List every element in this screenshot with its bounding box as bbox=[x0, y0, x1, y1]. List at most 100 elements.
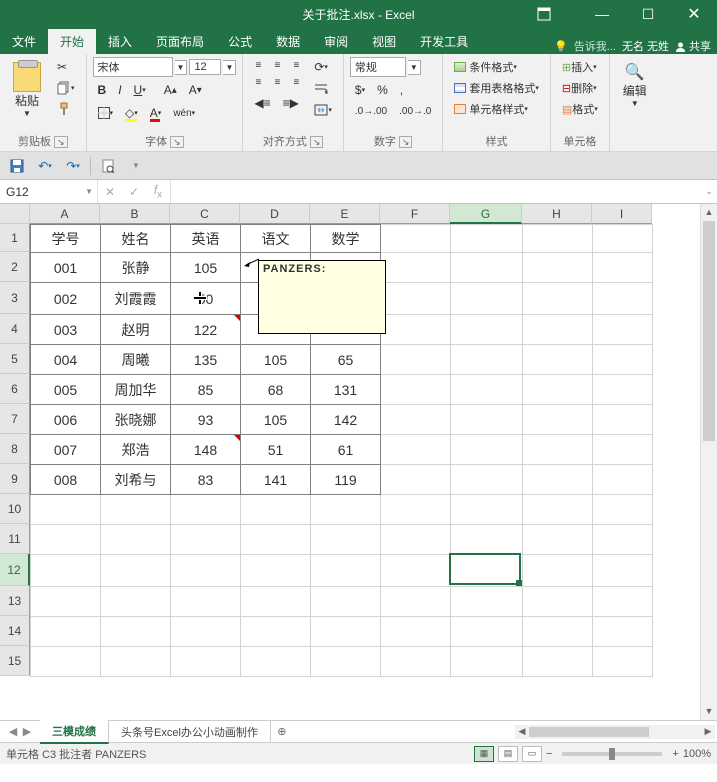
cell-E8[interactable]: 61 bbox=[311, 435, 381, 465]
cell-B5[interactable]: 周曦 bbox=[101, 345, 171, 375]
tab-file[interactable]: 文件 bbox=[0, 29, 48, 54]
cell-D12[interactable] bbox=[241, 555, 311, 587]
cell-C2[interactable]: 105 bbox=[171, 253, 241, 283]
cell-I6[interactable] bbox=[593, 375, 653, 405]
cell-C11[interactable] bbox=[171, 525, 241, 555]
cell-B1[interactable]: 姓名 bbox=[101, 225, 171, 253]
scroll-down-button[interactable]: ▼ bbox=[701, 703, 717, 720]
cell-I15[interactable] bbox=[593, 647, 653, 677]
cell-G15[interactable] bbox=[451, 647, 523, 677]
row-header-15[interactable]: 15 bbox=[0, 646, 30, 676]
cell-H1[interactable] bbox=[523, 225, 593, 253]
font-dialog-launcher[interactable]: ↘ bbox=[170, 136, 184, 148]
cell-E9[interactable]: 119 bbox=[311, 465, 381, 495]
align-left-button[interactable]: ≡ bbox=[249, 74, 267, 90]
col-header-G[interactable]: G bbox=[450, 204, 522, 224]
cell-H14[interactable] bbox=[523, 617, 593, 647]
orientation-button[interactable]: ⟳▾ bbox=[309, 57, 337, 77]
cell-E14[interactable] bbox=[311, 617, 381, 647]
col-header-F[interactable]: F bbox=[380, 204, 450, 224]
row-header-5[interactable]: 5 bbox=[0, 344, 30, 374]
cell-D13[interactable] bbox=[241, 587, 311, 617]
cell-G11[interactable] bbox=[451, 525, 523, 555]
cut-button[interactable]: ✂ bbox=[52, 57, 80, 77]
tell-me[interactable]: 告诉我... bbox=[574, 38, 616, 54]
format-cells-button[interactable]: ▤ 格式 ▾ bbox=[557, 99, 603, 119]
cell-I4[interactable] bbox=[593, 315, 653, 345]
cell-C3[interactable]: 50 bbox=[171, 283, 241, 315]
cell-I2[interactable] bbox=[593, 253, 653, 283]
cell-G1[interactable] bbox=[451, 225, 523, 253]
page-layout-view-button[interactable]: ▤ bbox=[498, 746, 518, 762]
minimize-button[interactable]: — bbox=[579, 0, 625, 28]
cell-G4[interactable] bbox=[451, 315, 523, 345]
paste-button[interactable]: 粘贴 ▼ bbox=[6, 57, 48, 123]
comment-indicator-icon[interactable] bbox=[234, 315, 240, 321]
cell-E5[interactable]: 65 bbox=[311, 345, 381, 375]
cell-E12[interactable] bbox=[311, 555, 381, 587]
cell-B4[interactable]: 赵明 bbox=[101, 315, 171, 345]
cell-A9[interactable]: 008 bbox=[31, 465, 101, 495]
select-all-button[interactable] bbox=[0, 204, 30, 224]
tab-home[interactable]: 开始 bbox=[48, 29, 96, 54]
column-headers[interactable]: ABCDEFGHI bbox=[30, 204, 652, 224]
row-header-13[interactable]: 13 bbox=[0, 586, 30, 616]
tab-formulas[interactable]: 公式 bbox=[216, 29, 264, 54]
col-header-C[interactable]: C bbox=[170, 204, 240, 224]
accounting-format-button[interactable]: $▾ bbox=[350, 80, 370, 100]
cell-I10[interactable] bbox=[593, 495, 653, 525]
percent-format-button[interactable]: % bbox=[372, 80, 393, 100]
cell-G7[interactable] bbox=[451, 405, 523, 435]
share-button[interactable]: 共享 bbox=[675, 38, 711, 54]
col-header-A[interactable]: A bbox=[30, 204, 100, 224]
align-right-button[interactable]: ≡ bbox=[287, 74, 305, 90]
qat-customize[interactable]: ▼ bbox=[125, 155, 147, 177]
cell-F12[interactable] bbox=[381, 555, 451, 587]
name-box[interactable]: G12▼ bbox=[0, 180, 98, 203]
clipboard-dialog-launcher[interactable]: ↘ bbox=[54, 136, 68, 148]
cell-D10[interactable] bbox=[241, 495, 311, 525]
cell-A11[interactable] bbox=[31, 525, 101, 555]
cell-styles-button[interactable]: 单元格样式 ▾ bbox=[449, 99, 544, 119]
bold-button[interactable]: B bbox=[93, 80, 112, 100]
row-header-6[interactable]: 6 bbox=[0, 374, 30, 404]
cell-A14[interactable] bbox=[31, 617, 101, 647]
find-select-button[interactable]: 🔍 编辑 ▼ bbox=[616, 57, 654, 113]
expand-formula-icon[interactable]: ⌄ bbox=[705, 186, 713, 197]
comment-indicator-icon[interactable] bbox=[234, 435, 240, 441]
cell-E11[interactable] bbox=[311, 525, 381, 555]
cell-B10[interactable] bbox=[101, 495, 171, 525]
col-header-D[interactable]: D bbox=[240, 204, 310, 224]
cell-F11[interactable] bbox=[381, 525, 451, 555]
cell-C14[interactable] bbox=[171, 617, 241, 647]
normal-view-button[interactable]: ▦ bbox=[474, 746, 494, 762]
number-dialog-launcher[interactable]: ↘ bbox=[399, 136, 413, 148]
cell-H5[interactable] bbox=[523, 345, 593, 375]
cell-E13[interactable] bbox=[311, 587, 381, 617]
cell-B7[interactable]: 张晓娜 bbox=[101, 405, 171, 435]
fx-button[interactable]: fx bbox=[146, 183, 170, 200]
copy-button[interactable]: ▾ bbox=[52, 78, 80, 98]
cell-I1[interactable] bbox=[593, 225, 653, 253]
cell-C10[interactable] bbox=[171, 495, 241, 525]
cell-G14[interactable] bbox=[451, 617, 523, 647]
cell-I5[interactable] bbox=[593, 345, 653, 375]
cell-D1[interactable]: 语文 bbox=[241, 225, 311, 253]
row-header-11[interactable]: 11 bbox=[0, 524, 30, 554]
cell-I7[interactable] bbox=[593, 405, 653, 435]
font-size-combo[interactable]: 12 bbox=[189, 59, 221, 75]
tab-developer[interactable]: 开发工具 bbox=[408, 29, 480, 54]
cell-G10[interactable] bbox=[451, 495, 523, 525]
col-header-E[interactable]: E bbox=[310, 204, 380, 224]
cell-C9[interactable]: 83 bbox=[171, 465, 241, 495]
col-header-B[interactable]: B bbox=[100, 204, 170, 224]
sheet-nav-prev[interactable]: ◀ bbox=[6, 725, 20, 738]
fill-color-button[interactable]: ◇▾ bbox=[120, 103, 143, 123]
zoom-in-button[interactable]: + bbox=[672, 748, 678, 760]
cell-F7[interactable] bbox=[381, 405, 451, 435]
merge-button[interactable]: ▾ bbox=[309, 101, 337, 119]
cell-G13[interactable] bbox=[451, 587, 523, 617]
delete-cells-button[interactable]: ⊟ 删除 ▾ bbox=[557, 78, 603, 98]
cell-C13[interactable] bbox=[171, 587, 241, 617]
page-break-view-button[interactable]: ▭ bbox=[522, 746, 542, 762]
